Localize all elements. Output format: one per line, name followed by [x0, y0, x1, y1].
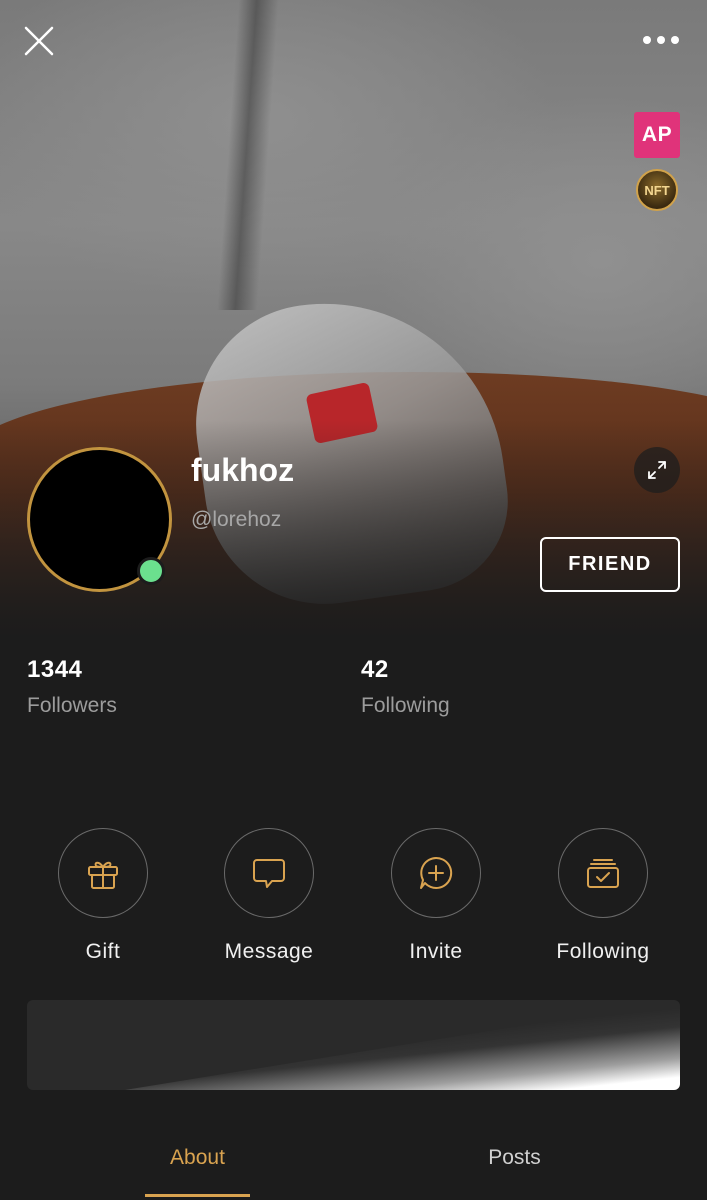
followers-count[interactable]: 1344 [27, 656, 82, 684]
nft-badge[interactable]: NFT [636, 169, 678, 211]
expand-button[interactable] [634, 447, 680, 493]
message-label: Message [224, 940, 314, 963]
following-action-label: Following [556, 940, 650, 963]
more-options-button[interactable] [638, 28, 684, 52]
online-status-indicator [137, 557, 165, 585]
more-dots-icon [643, 36, 679, 44]
gift-label: Gift [85, 940, 121, 963]
promo-banner[interactable] [27, 1000, 680, 1090]
message-action-button[interactable]: Message [189, 828, 349, 968]
active-tab-indicator [145, 1194, 250, 1197]
username-handle: @lorehoz [191, 508, 282, 531]
invite-icon [420, 856, 453, 889]
display-name: fukhoz [191, 452, 295, 488]
followers-label[interactable]: Followers [27, 694, 117, 718]
tab-about[interactable]: About [145, 1146, 250, 1170]
following-label[interactable]: Following [361, 694, 450, 718]
following-action-button[interactable]: Following [523, 828, 683, 968]
banner-graphic [124, 1000, 680, 1090]
message-icon [253, 859, 285, 888]
gift-button-circle [58, 828, 148, 918]
invite-button-circle [391, 828, 481, 918]
friend-button[interactable]: FRIEND [540, 537, 680, 592]
message-button-circle [224, 828, 314, 918]
gift-action-button[interactable]: Gift [23, 828, 183, 968]
close-button[interactable] [22, 24, 56, 58]
ap-badge[interactable]: AP [634, 112, 680, 158]
following-button-circle [558, 828, 648, 918]
invite-action-button[interactable]: Invite [356, 828, 516, 968]
close-icon [24, 26, 54, 56]
hero-texture-crease [217, 0, 279, 310]
following-count[interactable]: 42 [361, 656, 389, 684]
expand-icon [648, 461, 666, 479]
following-icon [587, 859, 619, 888]
tab-posts[interactable]: Posts [462, 1146, 567, 1170]
invite-label: Invite [409, 940, 463, 963]
gift-icon [88, 861, 118, 889]
